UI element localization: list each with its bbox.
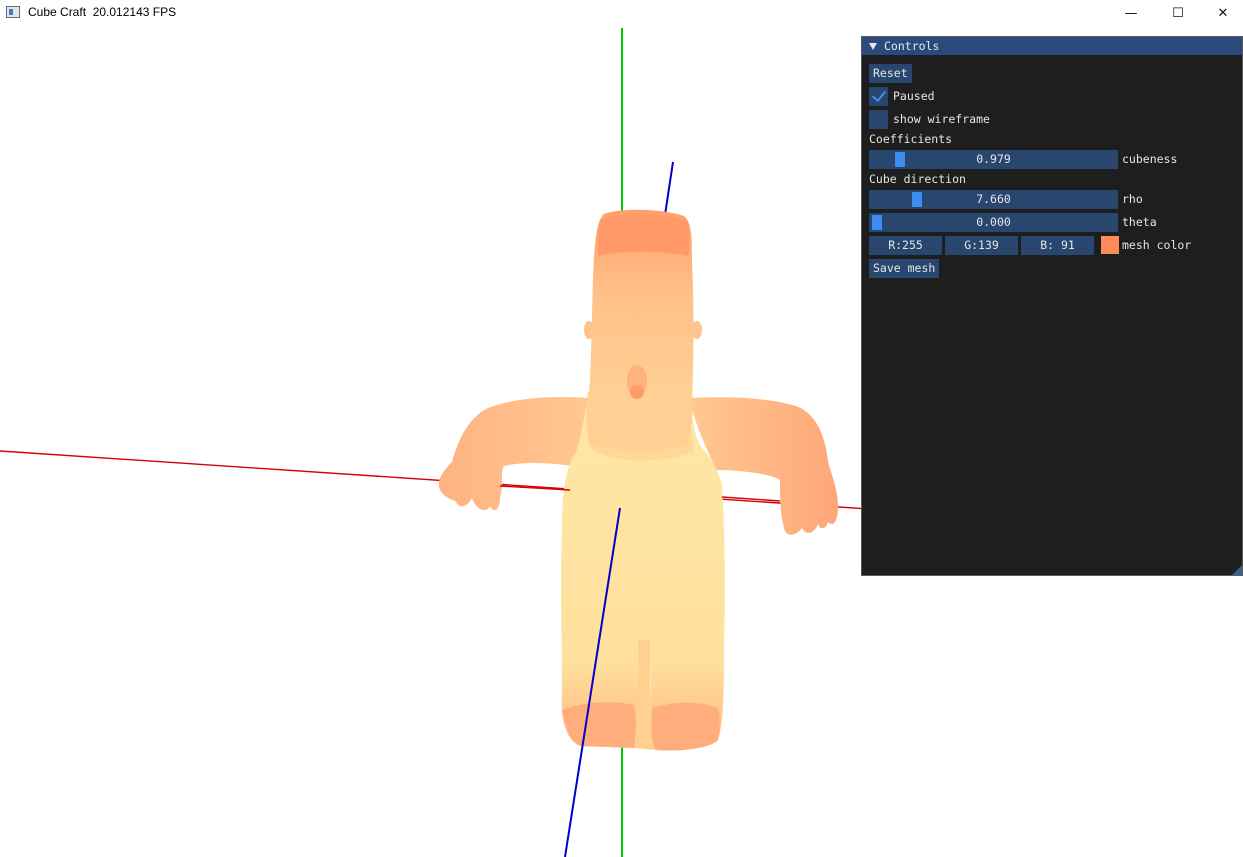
close-button[interactable]: ✕ <box>1200 0 1243 26</box>
window-titlebar: Cube Craft 20.012143 FPS — ☐ ✕ <box>0 0 1243 26</box>
controls-panel-title: Controls <box>884 39 940 53</box>
close-icon: ✕ <box>1217 5 1229 21</box>
mesh-color-green-field[interactable]: G:139 <box>945 236 1018 255</box>
save-mesh-button[interactable]: Save mesh <box>869 259 940 278</box>
mesh-nose-tip <box>630 385 644 399</box>
mesh-color-label: mesh color <box>1122 238 1192 252</box>
wireframe-label: show wireframe <box>893 112 990 126</box>
cubeness-value: 0.979 <box>976 152 1011 166</box>
collapse-arrow-icon[interactable] <box>869 42 877 50</box>
mesh-color-swatch[interactable] <box>1101 236 1119 254</box>
app-icon <box>6 6 20 18</box>
mesh-color-blue-field[interactable]: B: 91 <box>1021 236 1094 255</box>
minimize-button[interactable]: — <box>1108 0 1154 26</box>
minimize-icon: — <box>1124 5 1138 21</box>
controls-panel-header[interactable]: Controls <box>862 37 1242 55</box>
mesh-head-top <box>597 214 690 256</box>
cube-direction-heading: Cube direction <box>869 172 966 186</box>
mesh-color-red-field[interactable]: R:255 <box>869 236 942 255</box>
theta-value: 0.000 <box>976 215 1011 229</box>
theta-label: theta <box>1122 215 1157 229</box>
wireframe-checkbox[interactable] <box>869 110 888 129</box>
coefficients-heading: Coefficients <box>869 132 953 146</box>
rho-slider[interactable]: 7.660 <box>869 190 1118 209</box>
cubeness-slider[interactable]: 0.979 <box>869 150 1118 169</box>
maximize-button[interactable]: ☐ <box>1155 0 1201 26</box>
reset-button[interactable]: Reset <box>869 64 912 83</box>
z-axis-line-top <box>664 161 674 216</box>
maximize-icon: ☐ <box>1172 5 1184 21</box>
theta-slider[interactable]: 0.000 <box>869 213 1118 232</box>
paused-checkbox[interactable] <box>869 86 888 106</box>
cubeness-label: cubeness <box>1122 152 1178 166</box>
checkmark-icon <box>871 86 887 103</box>
rho-value: 7.660 <box>976 192 1011 206</box>
rho-label: rho <box>1122 192 1143 206</box>
resize-grip-icon[interactable] <box>1232 565 1242 575</box>
paused-label: Paused <box>893 89 935 103</box>
window-title: Cube Craft 20.012143 FPS <box>28 5 177 19</box>
controls-panel[interactable]: Controls Reset Paused show wireframe Coe… <box>861 36 1243 576</box>
mesh-right-foot <box>651 702 720 751</box>
